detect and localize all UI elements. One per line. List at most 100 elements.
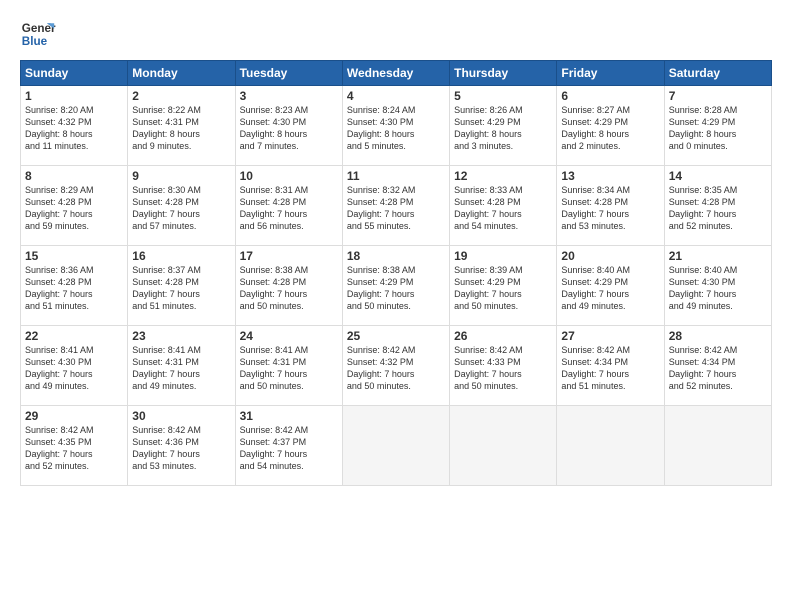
calendar-cell: 29Sunrise: 8:42 AM Sunset: 4:35 PM Dayli… [21, 406, 128, 486]
day-number: 24 [240, 329, 338, 343]
calendar-cell: 26Sunrise: 8:42 AM Sunset: 4:33 PM Dayli… [450, 326, 557, 406]
day-number: 27 [561, 329, 659, 343]
day-info: Sunrise: 8:24 AM Sunset: 4:30 PM Dayligh… [347, 104, 445, 153]
day-number: 31 [240, 409, 338, 423]
calendar-cell: 19Sunrise: 8:39 AM Sunset: 4:29 PM Dayli… [450, 246, 557, 326]
day-info: Sunrise: 8:29 AM Sunset: 4:28 PM Dayligh… [25, 184, 123, 233]
calendar-week-1: 1Sunrise: 8:20 AM Sunset: 4:32 PM Daylig… [21, 86, 772, 166]
day-number: 9 [132, 169, 230, 183]
day-info: Sunrise: 8:26 AM Sunset: 4:29 PM Dayligh… [454, 104, 552, 153]
day-number: 23 [132, 329, 230, 343]
day-number: 11 [347, 169, 445, 183]
calendar-cell: 28Sunrise: 8:42 AM Sunset: 4:34 PM Dayli… [664, 326, 771, 406]
calendar-cell: 24Sunrise: 8:41 AM Sunset: 4:31 PM Dayli… [235, 326, 342, 406]
logo: General Blue [20, 16, 56, 52]
day-number: 28 [669, 329, 767, 343]
day-info: Sunrise: 8:42 AM Sunset: 4:32 PM Dayligh… [347, 344, 445, 393]
weekday-header-row: SundayMondayTuesdayWednesdayThursdayFrid… [21, 61, 772, 86]
weekday-header-monday: Monday [128, 61, 235, 86]
day-info: Sunrise: 8:38 AM Sunset: 4:29 PM Dayligh… [347, 264, 445, 313]
logo-icon: General Blue [20, 16, 56, 52]
weekday-header-tuesday: Tuesday [235, 61, 342, 86]
svg-text:Blue: Blue [22, 35, 48, 48]
calendar-cell: 23Sunrise: 8:41 AM Sunset: 4:31 PM Dayli… [128, 326, 235, 406]
day-info: Sunrise: 8:27 AM Sunset: 4:29 PM Dayligh… [561, 104, 659, 153]
day-info: Sunrise: 8:42 AM Sunset: 4:35 PM Dayligh… [25, 424, 123, 473]
calendar-cell: 3Sunrise: 8:23 AM Sunset: 4:30 PM Daylig… [235, 86, 342, 166]
day-number: 8 [25, 169, 123, 183]
day-info: Sunrise: 8:34 AM Sunset: 4:28 PM Dayligh… [561, 184, 659, 233]
calendar-cell: 13Sunrise: 8:34 AM Sunset: 4:28 PM Dayli… [557, 166, 664, 246]
day-info: Sunrise: 8:41 AM Sunset: 4:31 PM Dayligh… [240, 344, 338, 393]
day-number: 6 [561, 89, 659, 103]
calendar-week-4: 22Sunrise: 8:41 AM Sunset: 4:30 PM Dayli… [21, 326, 772, 406]
day-number: 29 [25, 409, 123, 423]
day-number: 30 [132, 409, 230, 423]
calendar-cell: 7Sunrise: 8:28 AM Sunset: 4:29 PM Daylig… [664, 86, 771, 166]
calendar-cell: 5Sunrise: 8:26 AM Sunset: 4:29 PM Daylig… [450, 86, 557, 166]
day-number: 21 [669, 249, 767, 263]
day-info: Sunrise: 8:30 AM Sunset: 4:28 PM Dayligh… [132, 184, 230, 233]
calendar-cell: 12Sunrise: 8:33 AM Sunset: 4:28 PM Dayli… [450, 166, 557, 246]
weekday-header-wednesday: Wednesday [342, 61, 449, 86]
day-info: Sunrise: 8:42 AM Sunset: 4:36 PM Dayligh… [132, 424, 230, 473]
calendar-cell [450, 406, 557, 486]
calendar-cell: 22Sunrise: 8:41 AM Sunset: 4:30 PM Dayli… [21, 326, 128, 406]
day-info: Sunrise: 8:36 AM Sunset: 4:28 PM Dayligh… [25, 264, 123, 313]
day-number: 19 [454, 249, 552, 263]
day-info: Sunrise: 8:42 AM Sunset: 4:33 PM Dayligh… [454, 344, 552, 393]
day-number: 7 [669, 89, 767, 103]
day-number: 22 [25, 329, 123, 343]
day-number: 12 [454, 169, 552, 183]
calendar-week-3: 15Sunrise: 8:36 AM Sunset: 4:28 PM Dayli… [21, 246, 772, 326]
day-info: Sunrise: 8:39 AM Sunset: 4:29 PM Dayligh… [454, 264, 552, 313]
day-info: Sunrise: 8:31 AM Sunset: 4:28 PM Dayligh… [240, 184, 338, 233]
calendar-cell: 11Sunrise: 8:32 AM Sunset: 4:28 PM Dayli… [342, 166, 449, 246]
calendar-cell: 8Sunrise: 8:29 AM Sunset: 4:28 PM Daylig… [21, 166, 128, 246]
day-info: Sunrise: 8:40 AM Sunset: 4:30 PM Dayligh… [669, 264, 767, 313]
day-info: Sunrise: 8:41 AM Sunset: 4:30 PM Dayligh… [25, 344, 123, 393]
calendar-cell: 17Sunrise: 8:38 AM Sunset: 4:28 PM Dayli… [235, 246, 342, 326]
calendar-cell: 6Sunrise: 8:27 AM Sunset: 4:29 PM Daylig… [557, 86, 664, 166]
day-number: 15 [25, 249, 123, 263]
calendar-cell: 21Sunrise: 8:40 AM Sunset: 4:30 PM Dayli… [664, 246, 771, 326]
day-number: 20 [561, 249, 659, 263]
day-info: Sunrise: 8:42 AM Sunset: 4:37 PM Dayligh… [240, 424, 338, 473]
day-info: Sunrise: 8:32 AM Sunset: 4:28 PM Dayligh… [347, 184, 445, 233]
weekday-header-sunday: Sunday [21, 61, 128, 86]
calendar-cell: 14Sunrise: 8:35 AM Sunset: 4:28 PM Dayli… [664, 166, 771, 246]
day-number: 10 [240, 169, 338, 183]
day-info: Sunrise: 8:23 AM Sunset: 4:30 PM Dayligh… [240, 104, 338, 153]
calendar-cell: 30Sunrise: 8:42 AM Sunset: 4:36 PM Dayli… [128, 406, 235, 486]
calendar-table: SundayMondayTuesdayWednesdayThursdayFrid… [20, 60, 772, 486]
day-info: Sunrise: 8:28 AM Sunset: 4:29 PM Dayligh… [669, 104, 767, 153]
calendar-cell: 2Sunrise: 8:22 AM Sunset: 4:31 PM Daylig… [128, 86, 235, 166]
day-info: Sunrise: 8:20 AM Sunset: 4:32 PM Dayligh… [25, 104, 123, 153]
day-number: 14 [669, 169, 767, 183]
day-number: 18 [347, 249, 445, 263]
page-header: General Blue [20, 16, 772, 52]
day-info: Sunrise: 8:35 AM Sunset: 4:28 PM Dayligh… [669, 184, 767, 233]
calendar-cell: 18Sunrise: 8:38 AM Sunset: 4:29 PM Dayli… [342, 246, 449, 326]
day-number: 26 [454, 329, 552, 343]
calendar-cell: 15Sunrise: 8:36 AM Sunset: 4:28 PM Dayli… [21, 246, 128, 326]
calendar-cell [342, 406, 449, 486]
day-info: Sunrise: 8:22 AM Sunset: 4:31 PM Dayligh… [132, 104, 230, 153]
calendar-cell: 20Sunrise: 8:40 AM Sunset: 4:29 PM Dayli… [557, 246, 664, 326]
calendar-cell: 10Sunrise: 8:31 AM Sunset: 4:28 PM Dayli… [235, 166, 342, 246]
day-number: 5 [454, 89, 552, 103]
day-info: Sunrise: 8:38 AM Sunset: 4:28 PM Dayligh… [240, 264, 338, 313]
day-number: 25 [347, 329, 445, 343]
day-number: 1 [25, 89, 123, 103]
weekday-header-saturday: Saturday [664, 61, 771, 86]
calendar-cell: 25Sunrise: 8:42 AM Sunset: 4:32 PM Dayli… [342, 326, 449, 406]
day-number: 16 [132, 249, 230, 263]
calendar-cell: 27Sunrise: 8:42 AM Sunset: 4:34 PM Dayli… [557, 326, 664, 406]
calendar-cell: 31Sunrise: 8:42 AM Sunset: 4:37 PM Dayli… [235, 406, 342, 486]
calendar-week-5: 29Sunrise: 8:42 AM Sunset: 4:35 PM Dayli… [21, 406, 772, 486]
day-info: Sunrise: 8:42 AM Sunset: 4:34 PM Dayligh… [669, 344, 767, 393]
calendar-cell: 1Sunrise: 8:20 AM Sunset: 4:32 PM Daylig… [21, 86, 128, 166]
weekday-header-thursday: Thursday [450, 61, 557, 86]
calendar-cell: 4Sunrise: 8:24 AM Sunset: 4:30 PM Daylig… [342, 86, 449, 166]
calendar-week-2: 8Sunrise: 8:29 AM Sunset: 4:28 PM Daylig… [21, 166, 772, 246]
